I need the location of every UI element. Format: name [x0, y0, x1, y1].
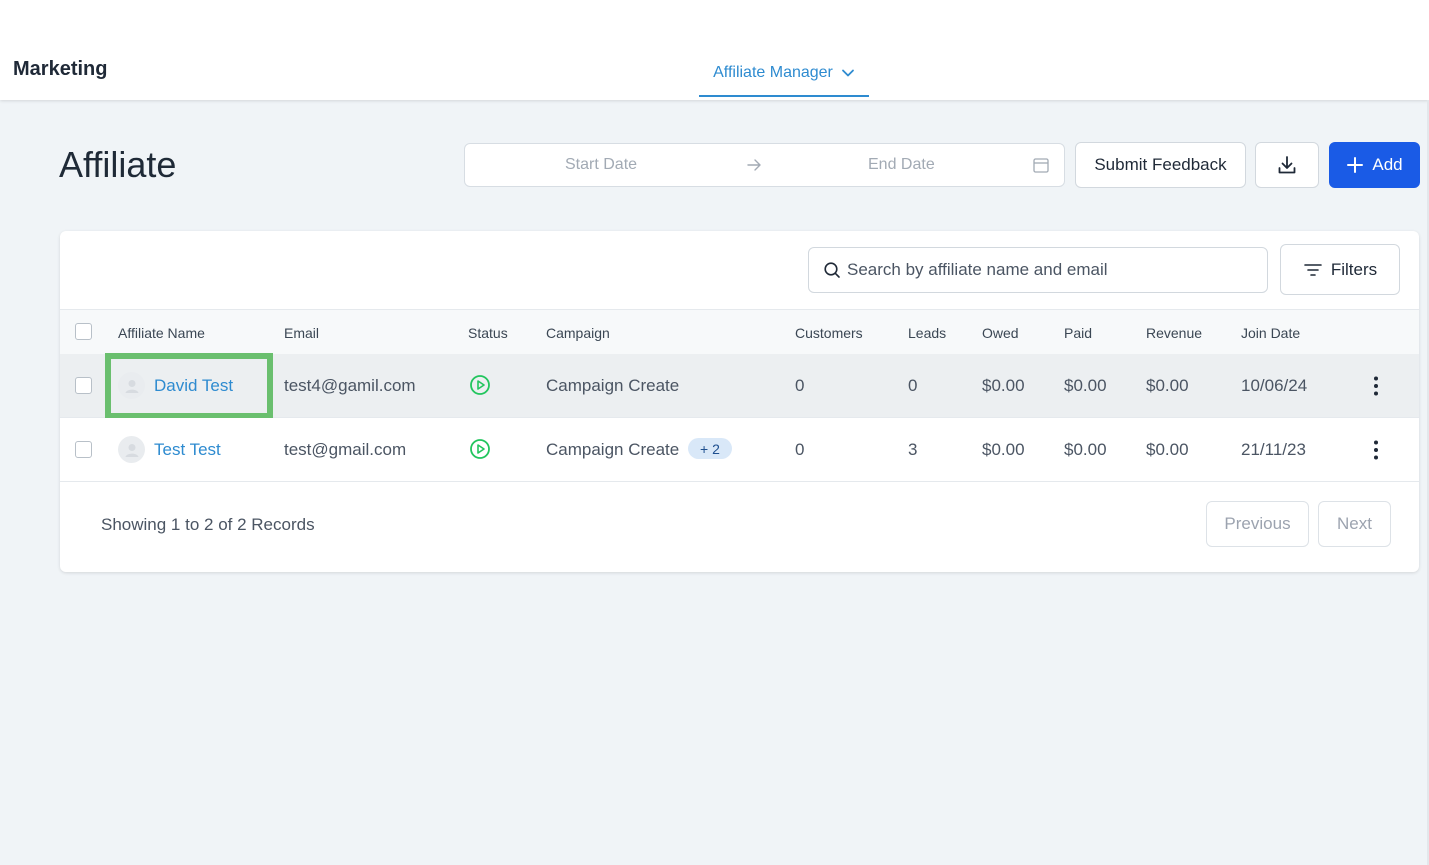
affiliate-name-link[interactable]: Test Test [154, 440, 221, 460]
revenue-amount: $0.00 [1146, 376, 1189, 395]
search-input[interactable] [847, 260, 1247, 280]
user-avatar-icon [118, 436, 145, 463]
affiliate-table-card: Filters Affiliate Name Email Status Camp… [60, 231, 1419, 572]
leads-count: 0 [908, 376, 918, 395]
start-date-field[interactable]: Start Date [565, 156, 637, 174]
revenue-amount: $0.00 [1146, 440, 1189, 459]
previous-page-button[interactable]: Previous [1206, 501, 1309, 547]
column-header-leads: Leads [908, 325, 947, 341]
search-box[interactable] [808, 247, 1268, 293]
tab-affiliate-manager-label: Affiliate Manager [713, 63, 833, 81]
selection-highlight [105, 353, 273, 419]
table-header: Affiliate Name Email Status Campaign Cus… [60, 309, 1419, 354]
join-date: 10/06/24 [1241, 376, 1308, 395]
table-row[interactable]: Test Test test@gmail.com Campaign Create… [60, 418, 1419, 482]
records-summary: Showing 1 to 2 of 2 Records [101, 515, 315, 534]
row-checkbox[interactable] [75, 441, 92, 458]
page-title: Affiliate [59, 144, 177, 185]
brand-title: Marketing [13, 58, 108, 80]
add-affiliate-button[interactable]: Add [1329, 142, 1420, 188]
column-header-status: Status [468, 325, 508, 341]
search-icon [824, 262, 840, 278]
column-header-email: Email [284, 325, 320, 341]
play-circle-icon[interactable] [469, 438, 491, 460]
leads-count: 3 [908, 440, 918, 459]
tab-affiliate-manager[interactable]: Affiliate Manager [699, 50, 869, 97]
kebab-menu-icon[interactable] [1366, 375, 1386, 397]
campaign-name: Campaign Create [546, 440, 680, 459]
chevron-down-icon [841, 69, 854, 76]
date-range-picker[interactable]: Start Date End Date [464, 143, 1065, 187]
affiliate-email: test@gmail.com [284, 440, 407, 459]
row-checkbox[interactable] [75, 377, 92, 394]
customers-count: 0 [795, 376, 805, 395]
paid-amount: $0.00 [1064, 376, 1107, 395]
owed-amount: $0.00 [982, 376, 1025, 395]
filter-lines-icon [1304, 263, 1322, 276]
column-header-affiliate-name: Affiliate Name [118, 325, 205, 341]
kebab-menu-icon[interactable] [1366, 439, 1386, 461]
extra-campaigns-badge[interactable]: + 2 [688, 438, 732, 459]
column-header-join-date: Join Date [1241, 325, 1301, 341]
column-header-campaign: Campaign [546, 325, 610, 341]
top-bar: Marketing Affiliate Manager [0, 0, 1429, 100]
customers-count: 0 [795, 440, 805, 459]
column-header-owed: Owed [982, 325, 1019, 341]
end-date-field[interactable]: End Date [868, 156, 935, 174]
table-row[interactable]: David Test test4@gamil.com Campaign Crea… [60, 353, 1419, 419]
arrow-right-icon [747, 159, 761, 171]
select-all-checkbox[interactable] [75, 323, 92, 340]
paid-amount: $0.00 [1064, 440, 1107, 459]
download-button[interactable] [1255, 142, 1319, 188]
filters-button[interactable]: Filters [1280, 244, 1400, 295]
download-icon [1278, 156, 1296, 174]
plus-icon [1347, 157, 1364, 173]
play-circle-icon[interactable] [469, 374, 491, 396]
submit-feedback-button[interactable]: Submit Feedback [1075, 142, 1246, 188]
affiliate-email: test4@gamil.com [284, 376, 416, 395]
campaign-name: Campaign Create [546, 376, 680, 395]
column-header-revenue: Revenue [1146, 325, 1203, 341]
column-header-paid: Paid [1064, 325, 1093, 341]
join-date: 21/11/23 [1241, 440, 1306, 459]
calendar-icon[interactable] [1032, 156, 1050, 174]
add-button-label: Add [1372, 155, 1403, 174]
filters-label: Filters [1330, 259, 1378, 279]
owed-amount: $0.00 [982, 440, 1025, 459]
column-header-customers: Customers [795, 325, 863, 341]
next-page-button[interactable]: Next [1318, 501, 1391, 547]
